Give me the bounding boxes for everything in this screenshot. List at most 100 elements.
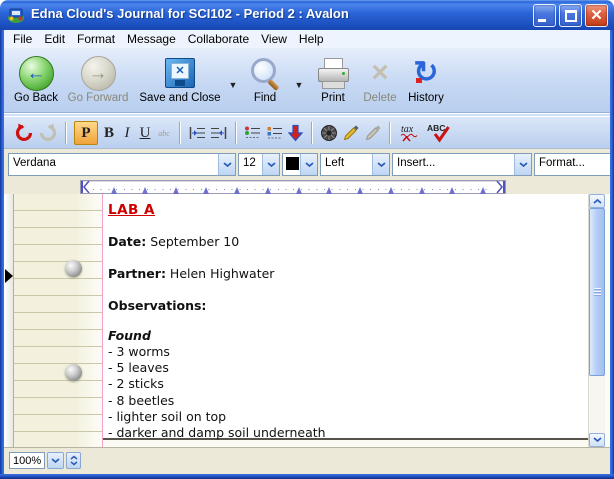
- tab-stop-marker[interactable]: [265, 184, 271, 194]
- undo-icon[interactable]: [14, 121, 34, 145]
- font-size-value: 12: [239, 154, 262, 175]
- zoom-chevron-down-icon[interactable]: [47, 452, 64, 469]
- font-size-select[interactable]: 12: [238, 153, 280, 176]
- floppy-save-icon: ✕: [165, 58, 195, 88]
- insert-down-arrow-icon[interactable]: [288, 121, 304, 145]
- tab-stop-marker[interactable]: [203, 184, 209, 194]
- indent-increase-icon[interactable]: [188, 121, 206, 145]
- tab-stop-marker[interactable]: [296, 184, 302, 194]
- menu-message[interactable]: Message: [121, 31, 182, 47]
- zoom-spinner[interactable]: [66, 452, 81, 469]
- chevron-down-icon[interactable]: [262, 154, 279, 175]
- tab-stop-marker[interactable]: [234, 184, 240, 194]
- left-margin-marker[interactable]: [81, 181, 90, 193]
- text-effect-icon[interactable]: abc: [154, 129, 174, 138]
- chevron-down-icon[interactable]: [372, 154, 389, 175]
- underline-button[interactable]: U: [136, 125, 154, 142]
- highlighter-icon[interactable]: [342, 121, 360, 145]
- insert-menu-select[interactable]: Insert...: [392, 153, 532, 176]
- window-border: [0, 474, 614, 479]
- tab-stop-marker[interactable]: [111, 184, 117, 194]
- go-forward-label: Go Forward: [64, 92, 132, 104]
- maximize-button[interactable]: [559, 4, 582, 27]
- save-and-close-label: Save and Close: [134, 92, 226, 104]
- tab-stop-marker[interactable]: [326, 184, 332, 194]
- zoom-level-field[interactable]: 100%: [9, 452, 45, 469]
- notebook-paper: LAB A Date: September 10 Partner: Helen …: [14, 194, 588, 447]
- italic-button[interactable]: I: [118, 125, 136, 142]
- bold-button[interactable]: B: [100, 125, 118, 142]
- journal-list-item: - 2 sticks: [108, 376, 164, 391]
- delete-label: Delete: [358, 92, 402, 104]
- tab-stop-marker[interactable]: [449, 184, 455, 194]
- delete-button[interactable]: × Delete: [358, 54, 402, 108]
- format-menu-select[interactable]: Format...: [534, 153, 610, 176]
- print-button[interactable]: Print: [310, 54, 356, 108]
- chevron-down-icon[interactable]: [514, 154, 531, 175]
- scroll-up-button[interactable]: [589, 194, 605, 208]
- separator: [235, 122, 237, 144]
- vertical-scrollbar[interactable]: [588, 194, 605, 447]
- history-circular-arrow-icon: ↻: [409, 56, 443, 90]
- eyedropper-icon[interactable]: [364, 121, 382, 145]
- tab-stop-marker[interactable]: [142, 184, 148, 194]
- scrollbar-thumb[interactable]: [589, 208, 605, 376]
- ruler-ticks: [93, 189, 493, 190]
- menu-view[interactable]: View: [255, 31, 293, 47]
- separator: [179, 122, 181, 144]
- menu-help[interactable]: Help: [293, 31, 330, 47]
- paragraph-style-button[interactable]: P: [74, 121, 98, 145]
- find-button[interactable]: Find: [242, 54, 288, 108]
- insert-menu-value: Insert...: [393, 154, 514, 175]
- tab-stop-marker[interactable]: [388, 184, 394, 194]
- spellcheck-icon[interactable]: ABC: [426, 121, 450, 145]
- find-options-chevron-icon[interactable]: ▼: [292, 80, 306, 90]
- save-and-close-button[interactable]: ✕ Save and Close: [134, 54, 226, 108]
- menu-edit[interactable]: Edit: [38, 31, 71, 47]
- tab-stop-marker[interactable]: [419, 184, 425, 194]
- journal-list-item: - 3 worms: [108, 344, 170, 359]
- back-arrow-circle-icon: ←: [19, 56, 54, 91]
- font-row: Verdana 12 Left Insert... Format...: [4, 148, 610, 179]
- tab-stop-marker[interactable]: [480, 184, 486, 194]
- color-wheel-icon[interactable]: [320, 121, 338, 145]
- title-bar: Edna Cloud's Journal for SCI102 - Period…: [0, 0, 614, 30]
- binder-hole: [65, 364, 82, 381]
- journal-partner-line: Partner: Helen Highwater: [108, 266, 274, 281]
- ruler[interactable]: [80, 180, 506, 194]
- history-button[interactable]: ↻ History: [402, 54, 450, 108]
- close-icon: ✕: [586, 5, 607, 26]
- close-button[interactable]: ✕: [585, 4, 608, 27]
- indent-decrease-icon[interactable]: [210, 121, 228, 145]
- minimize-button[interactable]: [533, 4, 556, 27]
- autocorrect-icon[interactable]: tax: [398, 121, 422, 145]
- journal-editor[interactable]: LAB A Date: September 10 Partner: Helen …: [103, 194, 598, 440]
- chevron-down-icon[interactable]: [218, 154, 235, 175]
- format-menu-value: Format...: [535, 154, 610, 175]
- go-forward-button[interactable]: → Go Forward: [64, 54, 132, 108]
- right-margin-marker[interactable]: [496, 181, 505, 193]
- menu-collaborate[interactable]: Collaborate: [182, 31, 255, 47]
- font-color-select[interactable]: [282, 153, 318, 176]
- chevron-down-icon[interactable]: [300, 154, 317, 175]
- app-icon[interactable]: [7, 6, 25, 24]
- menu-format[interactable]: Format: [71, 31, 121, 47]
- tab-stop-marker[interactable]: [357, 184, 363, 194]
- journal-heading: LAB A: [108, 202, 155, 218]
- thumb-grip-icon: [594, 288, 601, 296]
- window-border: [0, 30, 4, 479]
- alignment-select[interactable]: Left: [320, 153, 390, 176]
- save-options-chevron-icon[interactable]: ▼: [226, 80, 240, 90]
- separator: [65, 122, 67, 144]
- binder-hole: [65, 260, 82, 277]
- scroll-down-button[interactable]: [589, 433, 605, 447]
- go-back-button[interactable]: ← Go Back: [10, 54, 62, 108]
- font-family-select[interactable]: Verdana: [8, 153, 236, 176]
- menu-file[interactable]: File: [7, 31, 38, 47]
- application-window: Edna Cloud's Journal for SCI102 - Period…: [0, 0, 614, 479]
- numbered-list-icon[interactable]: [244, 121, 262, 145]
- bulleted-list-icon[interactable]: [266, 121, 284, 145]
- minimize-icon: [538, 19, 546, 22]
- redo-icon[interactable]: [38, 121, 58, 145]
- tab-stop-marker[interactable]: [173, 184, 179, 194]
